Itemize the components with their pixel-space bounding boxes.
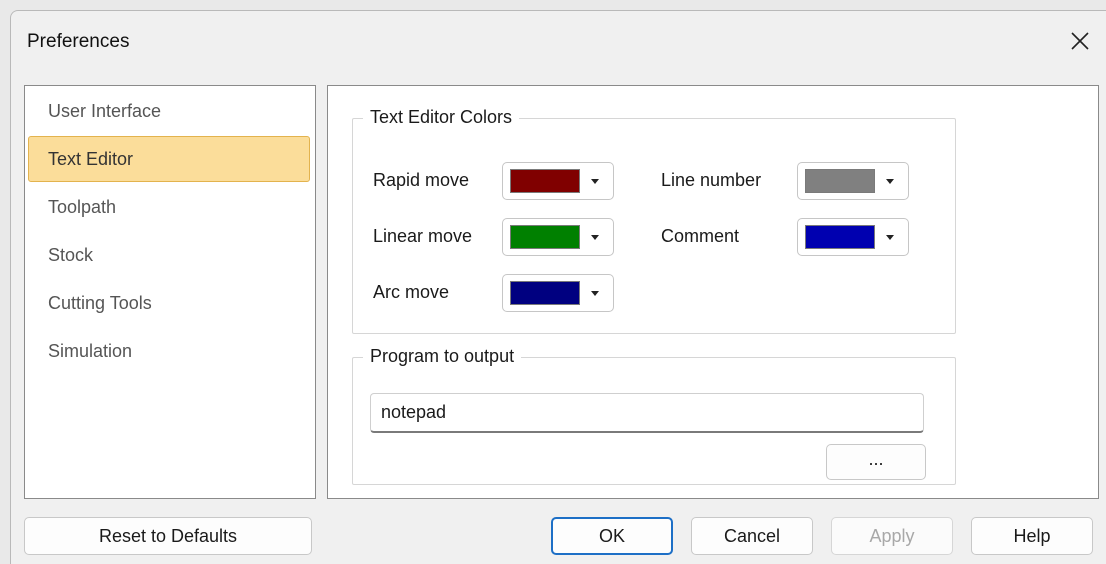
dialog-title: Preferences — [27, 31, 130, 52]
nav-item-simulation[interactable]: Simulation — [28, 328, 310, 374]
category-list[interactable]: User Interface Text Editor Toolpath Stoc… — [24, 85, 316, 499]
color-swatch — [805, 169, 875, 193]
chevron-down-icon — [886, 235, 894, 240]
title-bar: Preferences — [11, 11, 1106, 71]
comment-label: Comment — [661, 226, 740, 246]
program-path-input[interactable] — [370, 393, 924, 433]
line-number-label: Line number — [661, 170, 762, 190]
color-swatch — [510, 169, 580, 193]
browse-button[interactable]: ... — [826, 444, 926, 480]
close-icon — [1071, 32, 1089, 50]
ok-button[interactable]: OK — [551, 517, 673, 555]
arc-move-color-picker[interactable] — [502, 274, 614, 312]
group-title: Program to output — [363, 346, 522, 367]
chevron-down-icon — [886, 179, 894, 184]
chevron-down-icon — [591, 179, 599, 184]
cancel-button[interactable]: Cancel — [691, 517, 813, 555]
close-button[interactable] — [1064, 25, 1096, 57]
arc-move-label: Arc move — [373, 282, 450, 302]
nav-item-label: Stock — [48, 245, 94, 265]
nav-item-user-interface[interactable]: User Interface — [28, 88, 310, 134]
comment-color-picker[interactable] — [797, 218, 909, 256]
nav-item-label: User Interface — [48, 101, 162, 121]
reset-defaults-button[interactable]: Reset to Defaults — [24, 517, 312, 555]
nav-item-label: Toolpath — [48, 197, 117, 217]
line-number-color-picker[interactable] — [797, 162, 909, 200]
color-swatch — [510, 281, 580, 305]
nav-item-stock[interactable]: Stock — [28, 232, 310, 278]
linear-move-color-picker[interactable] — [502, 218, 614, 256]
nav-item-label: Text Editor — [48, 149, 134, 169]
help-button[interactable]: Help — [971, 517, 1093, 555]
group-title: Text Editor Colors — [363, 107, 520, 128]
linear-move-label: Linear move — [373, 226, 473, 246]
color-swatch — [510, 225, 580, 249]
rapid-move-label: Rapid move — [373, 170, 470, 190]
nav-item-label: Cutting Tools — [48, 293, 152, 313]
preferences-dialog: Preferences User Interface Text Editor T… — [10, 10, 1106, 564]
rapid-move-color-picker[interactable] — [502, 162, 614, 200]
chevron-down-icon — [591, 291, 599, 296]
settings-panel: Text Editor Colors Rapid move Linear mov… — [327, 85, 1099, 499]
color-swatch — [805, 225, 875, 249]
chevron-down-icon — [591, 235, 599, 240]
apply-button[interactable]: Apply — [831, 517, 953, 555]
nav-item-label: Simulation — [48, 341, 133, 361]
nav-item-text-editor[interactable]: Text Editor — [28, 136, 310, 182]
nav-item-toolpath[interactable]: Toolpath — [28, 184, 310, 230]
nav-item-cutting-tools[interactable]: Cutting Tools — [28, 280, 310, 326]
